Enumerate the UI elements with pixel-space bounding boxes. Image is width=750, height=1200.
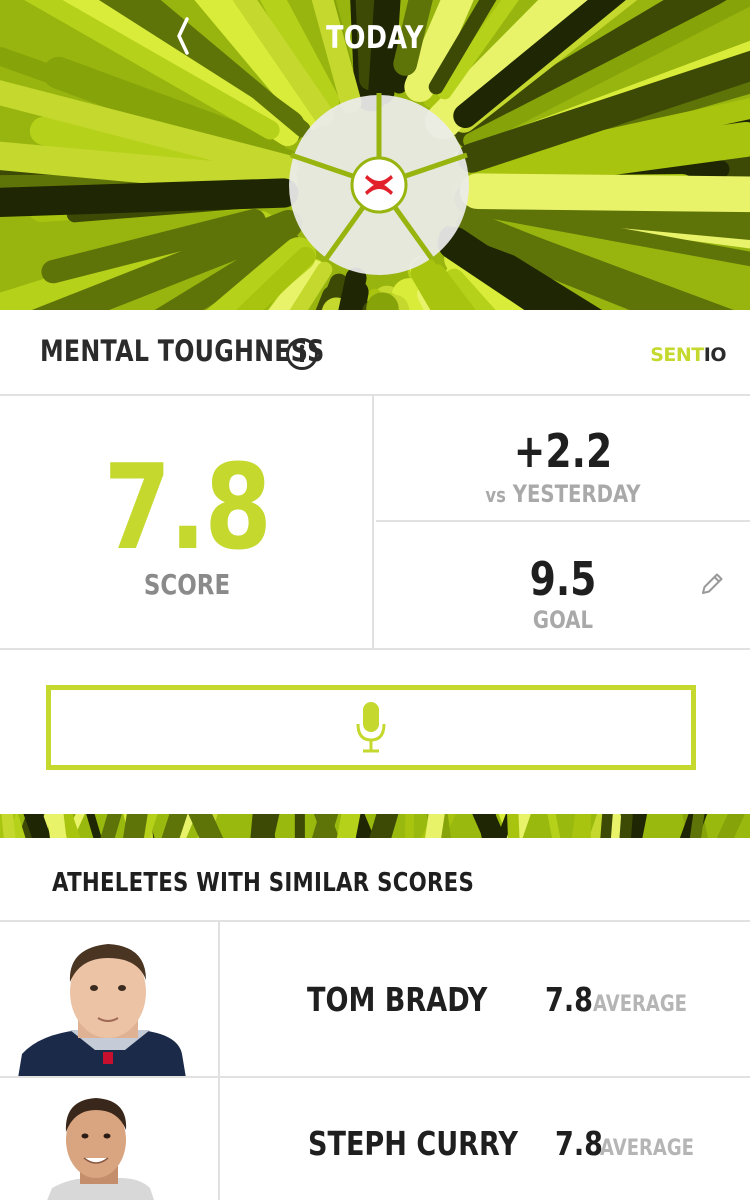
goal-value: 9.5 [529, 552, 597, 606]
strip-streak [123, 814, 148, 838]
strip-streak [23, 814, 52, 838]
strip-streak [369, 814, 399, 838]
strip-pattern [0, 814, 745, 838]
strip-streak [425, 814, 445, 838]
burst-streak [0, 178, 299, 217]
stats-panel: 7.8 SCORE +2.2 vs YESTERDAY 9.5 GOAL [0, 396, 750, 650]
athlete-name: STEPH CURRY [308, 1124, 518, 1163]
strip-streak [716, 814, 745, 838]
burst-streak [459, 173, 750, 213]
hero-banner: TODAY [0, 0, 750, 310]
athlete-name: TOM BRADY [307, 980, 488, 1019]
strip-streak [311, 814, 339, 838]
athlete-score-label: AVERAGE [600, 1136, 695, 1161]
pencil-icon[interactable] [698, 570, 726, 598]
similar-athletes-title: ATHELETES WITH SIMILAR SCORES [52, 868, 475, 898]
similar-athletes-header: ATHELETES WITH SIMILAR SCORES [0, 838, 750, 922]
brand-suffix: IO [703, 344, 727, 366]
athlete-score-label: AVERAGE [593, 992, 688, 1017]
page-title: TODAY [326, 20, 424, 56]
info-icon[interactable] [285, 337, 319, 371]
sentio-logo: SENTIO [650, 344, 726, 366]
athlete-avatar [18, 944, 186, 1076]
strip-streak [250, 814, 273, 838]
delta-value: +2.2 [513, 424, 613, 478]
strip-streak [188, 814, 224, 838]
strip-streak [626, 814, 648, 838]
strip-streak [1, 814, 16, 838]
strip-streak [161, 814, 188, 838]
metric-title: MENTAL TOUGHNESS [40, 334, 325, 368]
metric-header: MENTAL TOUGHNESS SENTIO [0, 310, 750, 396]
strip-streak [336, 814, 361, 838]
score-panel: 7.8 SCORE [0, 396, 374, 648]
athlete-photo [0, 922, 220, 1076]
record-button[interactable] [46, 685, 696, 770]
athlete-row[interactable]: TOM BRADY 7.8 AVERAGE [0, 922, 750, 1078]
delta-panel: +2.2 vs YESTERDAY [376, 396, 750, 522]
delta-label-text: YESTERDAY [512, 480, 641, 508]
sentiment-wheel[interactable] [287, 93, 471, 277]
strip-streak [86, 814, 102, 838]
athlete-row[interactable]: STEPH CURRY 7.8 AVERAGE [0, 1078, 750, 1200]
strip-streak [507, 814, 520, 838]
microphone-icon [356, 701, 386, 752]
athlete-score: 7.8 [555, 1124, 603, 1163]
strip-streak [100, 814, 122, 838]
goal-panel: 9.5 GOAL [376, 524, 750, 648]
decorative-strip [0, 814, 750, 838]
brand-prefix: SENT [650, 344, 704, 366]
athlete-avatar [47, 1098, 154, 1200]
score-label: SCORE [143, 568, 231, 601]
strip-streak [477, 814, 501, 838]
strip-streak [600, 814, 613, 838]
strip-streak [619, 814, 633, 838]
athlete-score: 7.8 [545, 980, 593, 1019]
strip-streak [263, 814, 280, 838]
delta-vs: vs [485, 483, 506, 507]
strip-streak [547, 814, 561, 838]
goal-label: GOAL [532, 606, 594, 634]
record-section [0, 650, 750, 814]
strip-streak [47, 814, 67, 838]
strip-streak [689, 814, 705, 838]
score-value: 7.8 [103, 438, 272, 576]
delta-label: vs YESTERDAY [410, 480, 717, 508]
athlete-photo [0, 1078, 220, 1200]
